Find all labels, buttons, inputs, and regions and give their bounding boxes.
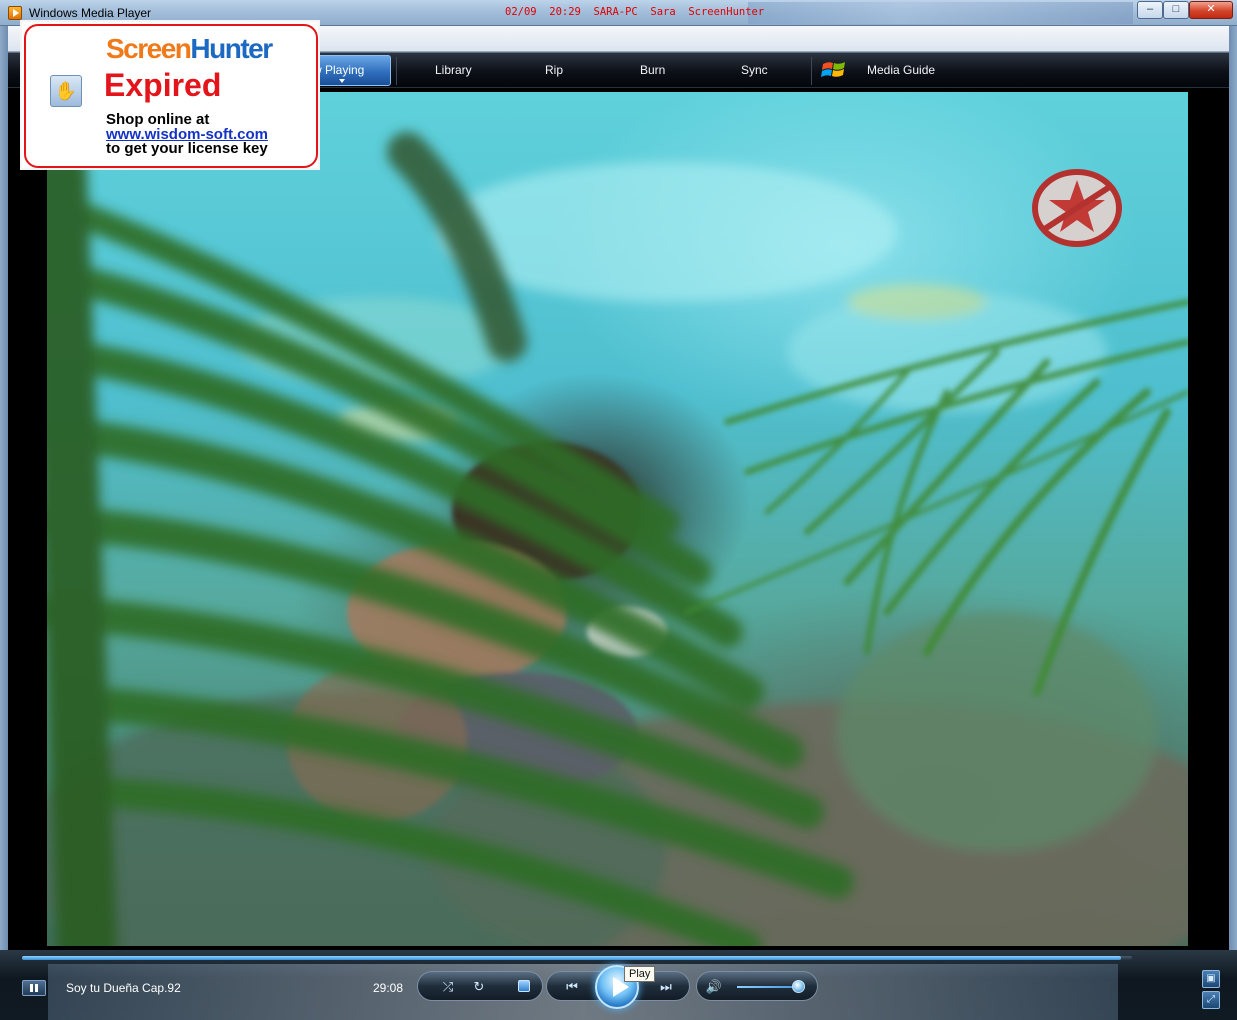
- expired-label: Expired: [104, 67, 222, 103]
- window-frame-right: [1229, 26, 1237, 1020]
- pause-indicator-button[interactable]: [22, 980, 46, 996]
- media-player-app-icon: [8, 6, 22, 20]
- window-title: Windows Media Player: [29, 6, 152, 20]
- next-icon[interactable]: ⏭: [654, 977, 678, 997]
- maximize-button[interactable]: □: [1163, 1, 1189, 19]
- video-frame[interactable]: [47, 92, 1188, 946]
- stop-icon[interactable]: [518, 980, 530, 992]
- background-ghost: [748, 2, 1133, 24]
- play-tooltip: Play: [624, 966, 656, 982]
- tab-rip[interactable]: Rip: [545, 63, 563, 77]
- switch-view-icon[interactable]: ▣: [1202, 970, 1220, 988]
- screenhunter-logo: ScreenHunter: [106, 33, 273, 65]
- tab-burn[interactable]: Burn: [640, 63, 665, 77]
- seek-bar-progress: [22, 956, 1121, 960]
- hand-icon: ✋: [50, 75, 82, 107]
- nav-separator: [396, 57, 397, 85]
- elapsed-time: 29:08: [373, 981, 404, 995]
- tab-now-playing-label: w Playing: [313, 63, 365, 77]
- tab-media-guide[interactable]: Media Guide: [867, 63, 935, 77]
- windows-flag-icon: [821, 62, 845, 77]
- screenhunter-banner-frame: ✋ ScreenHunter Expired Shop online at ww…: [24, 24, 318, 168]
- nav-separator: [811, 57, 812, 85]
- tab-sync[interactable]: Sync: [741, 63, 768, 77]
- logo-word-screen: Screen: [106, 33, 192, 64]
- seek-bar[interactable]: [22, 956, 1132, 960]
- repeat-icon[interactable]: ↻: [469, 977, 489, 997]
- channel-logo-icon: [1032, 169, 1122, 247]
- now-playing-title: Soy tu Dueña Cap.92: [66, 981, 181, 995]
- shuffle-icon[interactable]: ⤮: [438, 977, 458, 997]
- transport-controls: Soy tu Dueña Cap.92 29:08 ⤮ ↻ ⏮ ⏭ Play 🔊…: [0, 950, 1237, 1020]
- speaker-icon[interactable]: 🔊: [704, 977, 724, 997]
- video-scene: [47, 132, 1188, 946]
- capture-stamp: 02/09 20:29 SARA-PC Sara ScreenHunter: [505, 6, 765, 18]
- window-frame-left: [0, 26, 8, 1020]
- license-key-text: to get your license key: [106, 140, 268, 157]
- tab-library[interactable]: Library: [435, 63, 472, 77]
- close-button[interactable]: ✕: [1189, 1, 1233, 19]
- video-area[interactable]: [8, 88, 1229, 950]
- logo-word-hunter: Hunter: [190, 33, 273, 64]
- minimize-button[interactable]: –: [1137, 1, 1163, 19]
- screenhunter-expired-banner: ✋ ScreenHunter Expired Shop online at ww…: [20, 20, 320, 170]
- previous-icon[interactable]: ⏮: [560, 977, 584, 997]
- fullscreen-icon[interactable]: ⤢: [1202, 991, 1220, 1009]
